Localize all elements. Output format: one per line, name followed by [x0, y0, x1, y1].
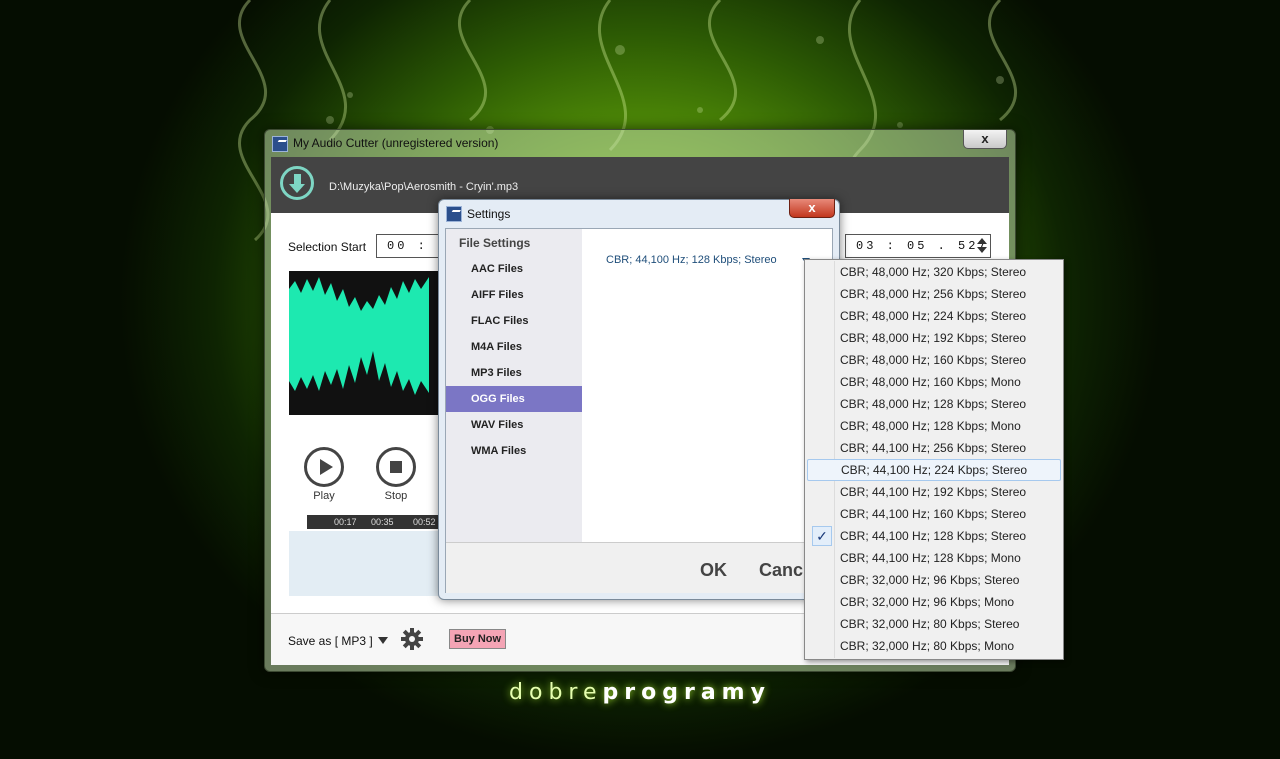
- stop-button[interactable]: [376, 447, 416, 487]
- settings-app-icon: [446, 206, 462, 222]
- category-item-aiff[interactable]: AIFF Files: [446, 282, 582, 308]
- play-button[interactable]: [304, 447, 344, 487]
- dropdown-item[interactable]: CBR; 48,000 Hz; 128 Kbps; Stereo: [807, 393, 1061, 415]
- main-window-title: My Audio Cutter (unregistered version): [293, 136, 499, 150]
- checkmark-icon: ✓: [812, 526, 832, 546]
- category-item-aac[interactable]: AAC Files: [446, 256, 582, 282]
- selection-start-input[interactable]: 00 : 0: [376, 234, 446, 258]
- dropdown-item[interactable]: CBR; 48,000 Hz; 160 Kbps; Mono: [807, 371, 1061, 393]
- format-select-value[interactable]: CBR; 44,100 Hz; 128 Kbps; Stereo: [606, 254, 777, 266]
- dropdown-item-label: CBR; 44,100 Hz; 128 Kbps; Stereo: [840, 529, 1027, 543]
- file-path: D:\Muzyka\Pop\Aerosmith - Cryin'.mp3: [329, 181, 519, 193]
- dropdown-item[interactable]: CBR; 32,000 Hz; 80 Kbps; Mono: [807, 635, 1061, 657]
- dropdown-item[interactable]: CBR; 48,000 Hz; 160 Kbps; Stereo: [807, 349, 1061, 371]
- dropdown-item[interactable]: CBR; 44,100 Hz; 160 Kbps; Stereo: [807, 503, 1061, 525]
- download-icon[interactable]: [280, 166, 314, 200]
- spin-down-icon[interactable]: [977, 247, 987, 253]
- ok-button[interactable]: OK: [700, 560, 727, 581]
- settings-dialog: Settings x File Settings AAC Files AIFF …: [438, 199, 840, 600]
- cancel-button[interactable]: Canc: [759, 560, 803, 581]
- main-close-button[interactable]: x: [963, 130, 1007, 149]
- stop-icon: [390, 461, 402, 473]
- category-item-wma[interactable]: WMA Files: [446, 438, 582, 464]
- spin-up-icon[interactable]: [977, 238, 987, 244]
- dropdown-item[interactable]: CBR; 32,000 Hz; 80 Kbps; Stereo: [807, 613, 1061, 635]
- selection-start-label: Selection Start: [288, 240, 367, 254]
- dropdown-item[interactable]: CBR; 32,000 Hz; 96 Kbps; Stereo: [807, 569, 1061, 591]
- format-dropdown-list[interactable]: CBR; 48,000 Hz; 320 Kbps; Stereo CBR; 48…: [804, 259, 1064, 660]
- dropdown-item[interactable]: CBR; 48,000 Hz; 256 Kbps; Stereo: [807, 283, 1061, 305]
- selection-end-input[interactable]: 03 : 05 . 527: [845, 234, 991, 258]
- dropdown-item[interactable]: CBR; 44,100 Hz; 128 Kbps; Mono: [807, 547, 1061, 569]
- dropdown-item[interactable]: CBR; 48,000 Hz; 320 Kbps; Stereo: [807, 261, 1061, 283]
- save-as-label[interactable]: Save as [ MP3 ]: [288, 634, 373, 648]
- timeline-tick: 00:52: [413, 517, 436, 527]
- dropdown-item[interactable]: CBR; 48,000 Hz; 224 Kbps; Stereo: [807, 305, 1061, 327]
- file-settings-header: File Settings: [459, 236, 531, 250]
- app-icon: [272, 136, 288, 152]
- buy-now-button[interactable]: Buy Now: [449, 629, 507, 649]
- category-item-wav[interactable]: WAV Files: [446, 412, 582, 438]
- info-panel: [289, 531, 449, 596]
- waveform: [289, 277, 429, 395]
- dropdown-item-hovered[interactable]: CBR; 44,100 Hz; 224 Kbps; Stereo: [807, 459, 1061, 481]
- stop-label: Stop: [384, 490, 408, 502]
- dialog-footer: OK Canc: [446, 542, 832, 593]
- category-item-mp3[interactable]: MP3 Files: [446, 360, 582, 386]
- gear-icon[interactable]: [401, 628, 423, 650]
- brand-part-2: programy: [602, 680, 771, 705]
- play-icon: [320, 459, 333, 475]
- category-item-flac[interactable]: FLAC Files: [446, 308, 582, 334]
- save-as-dropdown-icon[interactable]: [378, 637, 388, 644]
- dropdown-item[interactable]: CBR; 44,100 Hz; 256 Kbps; Stereo: [807, 437, 1061, 459]
- timeline: 00:17 00:35 00:52: [307, 515, 447, 529]
- selection-end-value: 03 : 05 . 527: [856, 239, 989, 253]
- settings-close-button[interactable]: x: [789, 199, 835, 218]
- timeline-tick: 00:17: [334, 517, 357, 527]
- category-item-ogg[interactable]: OGG Files: [446, 386, 582, 412]
- category-item-m4a[interactable]: M4A Files: [446, 334, 582, 360]
- dropdown-item[interactable]: CBR; 48,000 Hz; 128 Kbps; Mono: [807, 415, 1061, 437]
- play-label: Play: [313, 490, 335, 502]
- dropdown-item-checked[interactable]: ✓ CBR; 44,100 Hz; 128 Kbps; Stereo: [807, 525, 1061, 547]
- timeline-tick: 00:35: [371, 517, 394, 527]
- category-panel: File Settings AAC Files AIFF Files FLAC …: [446, 229, 582, 542]
- brand-part-1: dobre: [509, 680, 603, 705]
- dropdown-item[interactable]: CBR; 32,000 Hz; 96 Kbps; Mono: [807, 591, 1061, 613]
- waveform-view[interactable]: 00:17 00:35 00:52: [289, 271, 457, 529]
- main-title-bar[interactable]: My Audio Cutter (unregistered version) x: [265, 130, 1015, 156]
- brand-logo: dobreprogramy: [0, 680, 1280, 705]
- selection-end-spinner[interactable]: [977, 238, 987, 255]
- dropdown-item[interactable]: CBR; 44,100 Hz; 192 Kbps; Stereo: [807, 481, 1061, 503]
- settings-client-area: File Settings AAC Files AIFF Files FLAC …: [445, 228, 833, 593]
- dropdown-item[interactable]: CBR; 48,000 Hz; 192 Kbps; Stereo: [807, 327, 1061, 349]
- settings-title: Settings: [467, 207, 511, 221]
